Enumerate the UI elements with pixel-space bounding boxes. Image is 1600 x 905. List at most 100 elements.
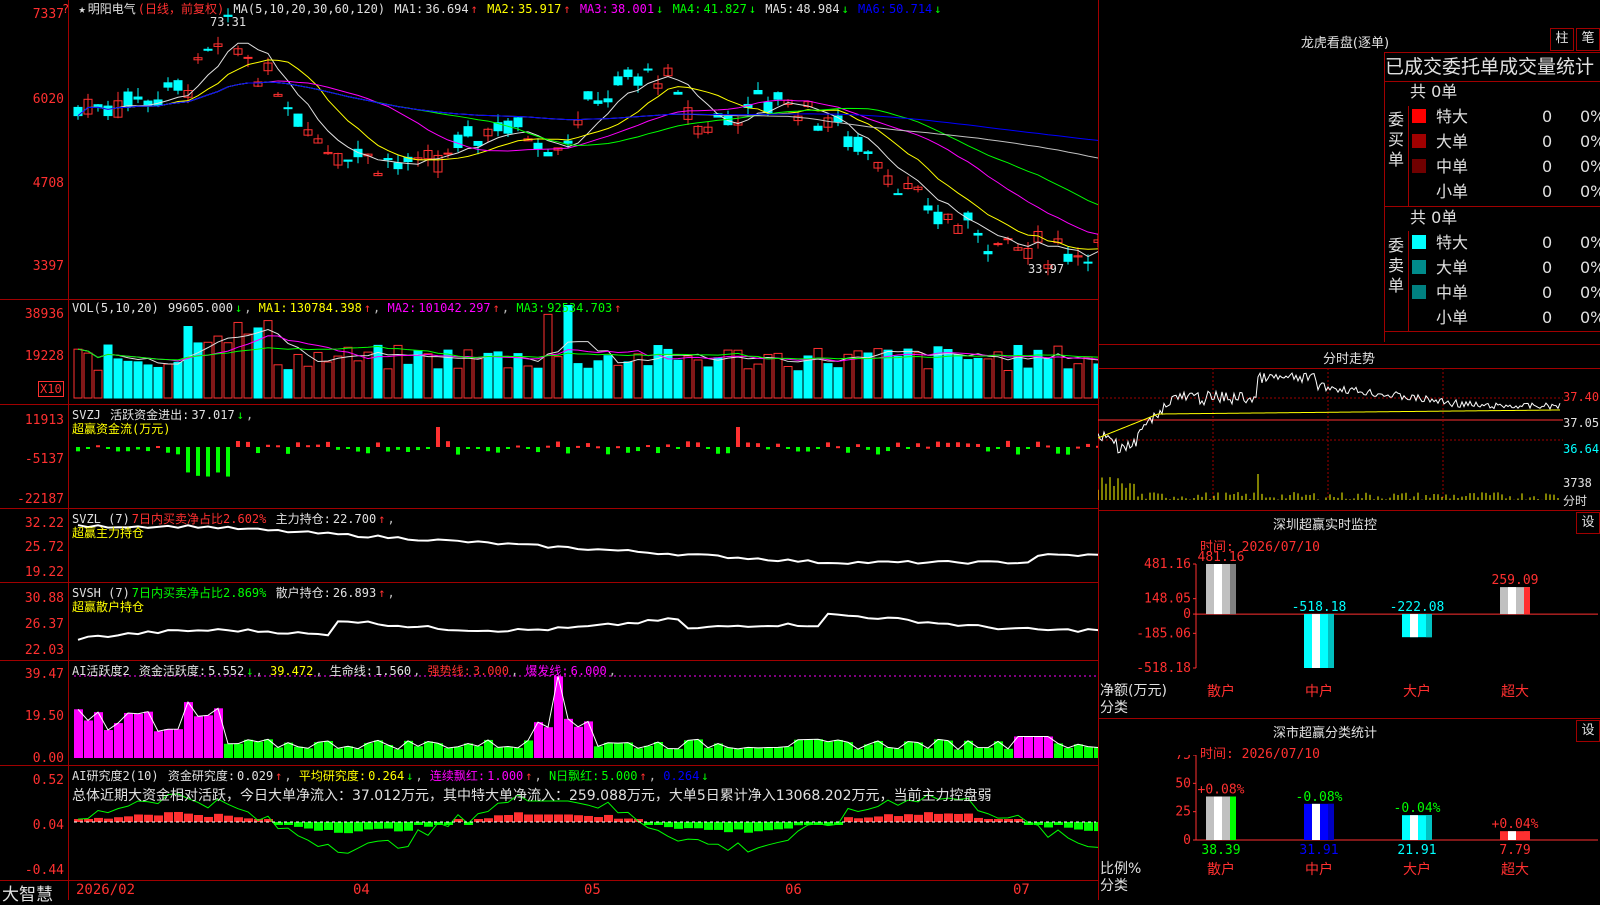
bar-edge xyxy=(1426,815,1432,840)
fund-flow-bar xyxy=(636,447,640,452)
ma-line xyxy=(77,59,1098,250)
activity-bar xyxy=(974,747,983,758)
activity-bar xyxy=(204,715,213,758)
candle-body xyxy=(283,107,293,110)
volume-bar xyxy=(663,348,673,399)
volume-bar xyxy=(503,367,513,399)
fund-flow-bar xyxy=(666,444,670,447)
intraday-chart[interactable] xyxy=(1098,368,1563,508)
research-bar xyxy=(424,822,433,827)
research-bar xyxy=(364,822,373,830)
axis-label: 0 xyxy=(1183,607,1191,622)
volume-bar xyxy=(333,355,343,399)
color-swatch-icon xyxy=(1412,184,1426,198)
research-bar xyxy=(894,816,903,822)
bar-highlight xyxy=(1312,803,1320,840)
divider xyxy=(1098,344,1600,345)
fund-flow-bar xyxy=(806,447,810,452)
research-bar xyxy=(134,814,143,822)
color-swatch-icon xyxy=(1412,134,1426,148)
activity-bar xyxy=(614,743,623,758)
volume-bar xyxy=(323,361,333,399)
fund-flow-bar xyxy=(656,447,660,454)
retail-holding-line xyxy=(77,612,1098,641)
activity-bar xyxy=(154,731,163,758)
bar-view-button[interactable]: 柱 xyxy=(1550,28,1574,51)
research-bar xyxy=(94,817,103,822)
monitor-bar-chart: 481.16 148.050 -185.06 -518.18 481.16 散户 -518.… xyxy=(1136,550,1598,700)
research-bar xyxy=(514,812,523,822)
stats-settings-button[interactable]: 设 xyxy=(1576,720,1600,742)
fund-flow-bar xyxy=(336,447,340,450)
volume-bar xyxy=(513,353,523,399)
volume-bar xyxy=(713,357,723,399)
volume-bar xyxy=(173,361,183,399)
svzl-axis-label: 25.72 xyxy=(24,540,64,555)
volume-bar xyxy=(293,353,303,399)
volume-bar xyxy=(283,369,293,399)
volume-bar xyxy=(153,366,163,399)
high-price-marker: 73.31 xyxy=(210,15,247,29)
buy-row-label: 中单 xyxy=(1436,157,1469,176)
research-bar xyxy=(154,815,163,822)
fund-flow-bar xyxy=(386,447,390,452)
volume-bar xyxy=(403,363,413,399)
monitor-title: 深圳超赢实时监控 xyxy=(1272,518,1377,533)
stats-title: 深市超赢分类统计 xyxy=(1272,726,1377,741)
buy-row-count: 0 xyxy=(1542,107,1553,126)
fund-flow-bar xyxy=(356,447,360,452)
svsh-pct: 7日内买卖净占比2.869% xyxy=(131,586,267,600)
candle-body xyxy=(933,211,943,225)
volume-bar xyxy=(953,354,963,399)
fund-flow-bar xyxy=(466,447,470,449)
volume-bar xyxy=(783,365,793,399)
fund-flow-bar xyxy=(76,447,80,452)
fund-flow-bar xyxy=(906,447,910,449)
volume-bar xyxy=(113,358,123,399)
category-bar xyxy=(1304,614,1334,668)
category-bar xyxy=(1206,564,1236,615)
fund-flow-bar xyxy=(1036,441,1040,447)
category-label: 大户 xyxy=(1403,861,1431,878)
svzj-value: 37.017 xyxy=(191,408,235,422)
candle-body xyxy=(473,140,483,146)
candle-body xyxy=(203,48,213,51)
activity-bar xyxy=(254,741,263,758)
fund-flow-bar xyxy=(206,447,210,477)
sell-row-label: 中单 xyxy=(1436,283,1469,302)
tick-view-button[interactable]: 笔 xyxy=(1576,28,1600,51)
fund-flow-bar xyxy=(926,446,930,449)
fund-flow-bar xyxy=(456,447,460,455)
activity-bar xyxy=(344,746,353,758)
volume-bar xyxy=(1063,368,1073,399)
volume-bar xyxy=(973,357,983,399)
research-bar xyxy=(904,814,913,822)
buy-row-count: 0 xyxy=(1542,157,1553,176)
category-bar xyxy=(1402,815,1432,840)
kline-chart[interactable] xyxy=(0,0,1098,900)
fund-flow-bar xyxy=(966,443,970,447)
fund-flow-bar xyxy=(516,445,520,448)
research-bar xyxy=(404,822,413,831)
research-bar xyxy=(304,822,313,829)
volume-bar xyxy=(823,363,833,399)
activity-bar xyxy=(164,729,173,758)
activity-bar xyxy=(104,730,113,758)
candle-body xyxy=(533,142,543,150)
candle-body xyxy=(593,100,603,104)
brand-logo[interactable]: 大智慧 xyxy=(2,880,53,905)
ai1-v4: 3.000 xyxy=(472,664,509,678)
research-bar xyxy=(324,822,333,830)
fund-flow-bar xyxy=(376,442,380,447)
activity-bar xyxy=(704,747,713,758)
candle-body xyxy=(983,251,993,255)
activity-bar xyxy=(394,749,403,758)
sell-row-label: 小单 xyxy=(1436,308,1469,327)
activity-bar xyxy=(214,708,223,758)
ai1-t4: 强势线: xyxy=(427,664,471,678)
fund-flow-bar xyxy=(826,442,830,447)
activity-bar xyxy=(454,746,463,758)
fund-flow-bar xyxy=(1076,446,1080,449)
fund-flow-bar xyxy=(766,447,770,450)
monitor-settings-button[interactable]: 设 xyxy=(1576,512,1600,534)
